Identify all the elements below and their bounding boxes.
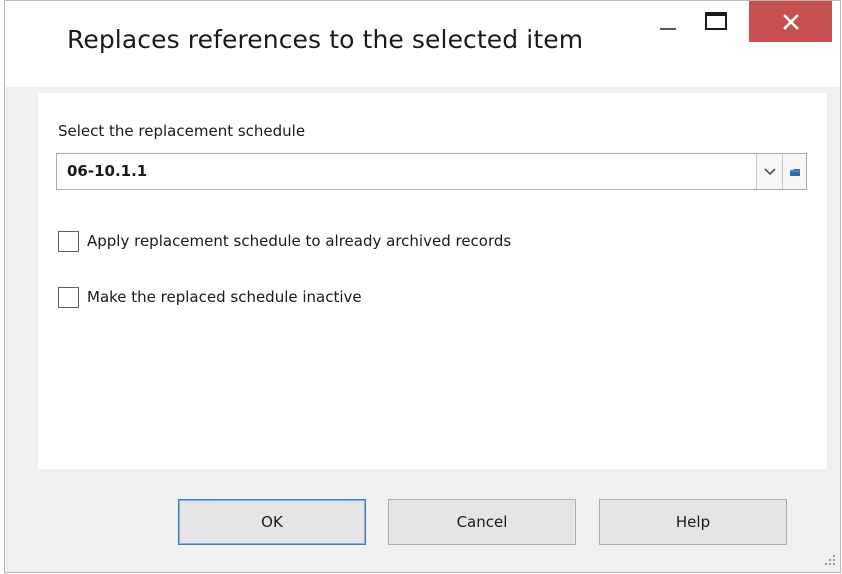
make-inactive-option[interactable]: Make the replaced schedule inactive	[58, 286, 362, 308]
chevron-down-icon	[763, 167, 776, 175]
folder-icon	[789, 168, 800, 176]
close-button[interactable]	[749, 1, 832, 42]
schedule-open-button[interactable]	[782, 154, 806, 189]
help-button[interactable]: Help	[599, 499, 787, 545]
window-title: Replaces references to the selected item	[67, 25, 584, 54]
make-inactive-checkbox[interactable]	[58, 286, 79, 308]
schedule-label: Select the replacement schedule	[58, 122, 306, 140]
schedule-dropdown-button[interactable]	[756, 154, 782, 189]
cancel-button[interactable]: Cancel	[388, 499, 576, 545]
maximize-button[interactable]	[693, 1, 739, 43]
schedule-value: 06-10.1.1	[67, 162, 148, 180]
maximize-icon	[705, 12, 727, 30]
apply-archived-checkbox[interactable]	[58, 230, 79, 252]
close-icon	[782, 13, 799, 30]
resize-grip-icon[interactable]	[823, 553, 837, 567]
apply-archived-label[interactable]: Apply replacement schedule to already ar…	[87, 232, 511, 250]
schedule-combobox[interactable]: 06-10.1.1	[56, 153, 807, 190]
dialog-window: Replaces references to the selected item…	[4, 0, 841, 573]
ok-button[interactable]: OK	[178, 499, 366, 545]
minimize-button[interactable]	[645, 1, 691, 43]
minimize-icon	[660, 28, 676, 30]
title-bar[interactable]: Replaces references to the selected item	[5, 1, 840, 87]
apply-archived-option[interactable]: Apply replacement schedule to already ar…	[58, 230, 511, 252]
make-inactive-label[interactable]: Make the replaced schedule inactive	[87, 288, 362, 306]
dialog-content: Select the replacement schedule 06-10.1.…	[38, 93, 827, 469]
